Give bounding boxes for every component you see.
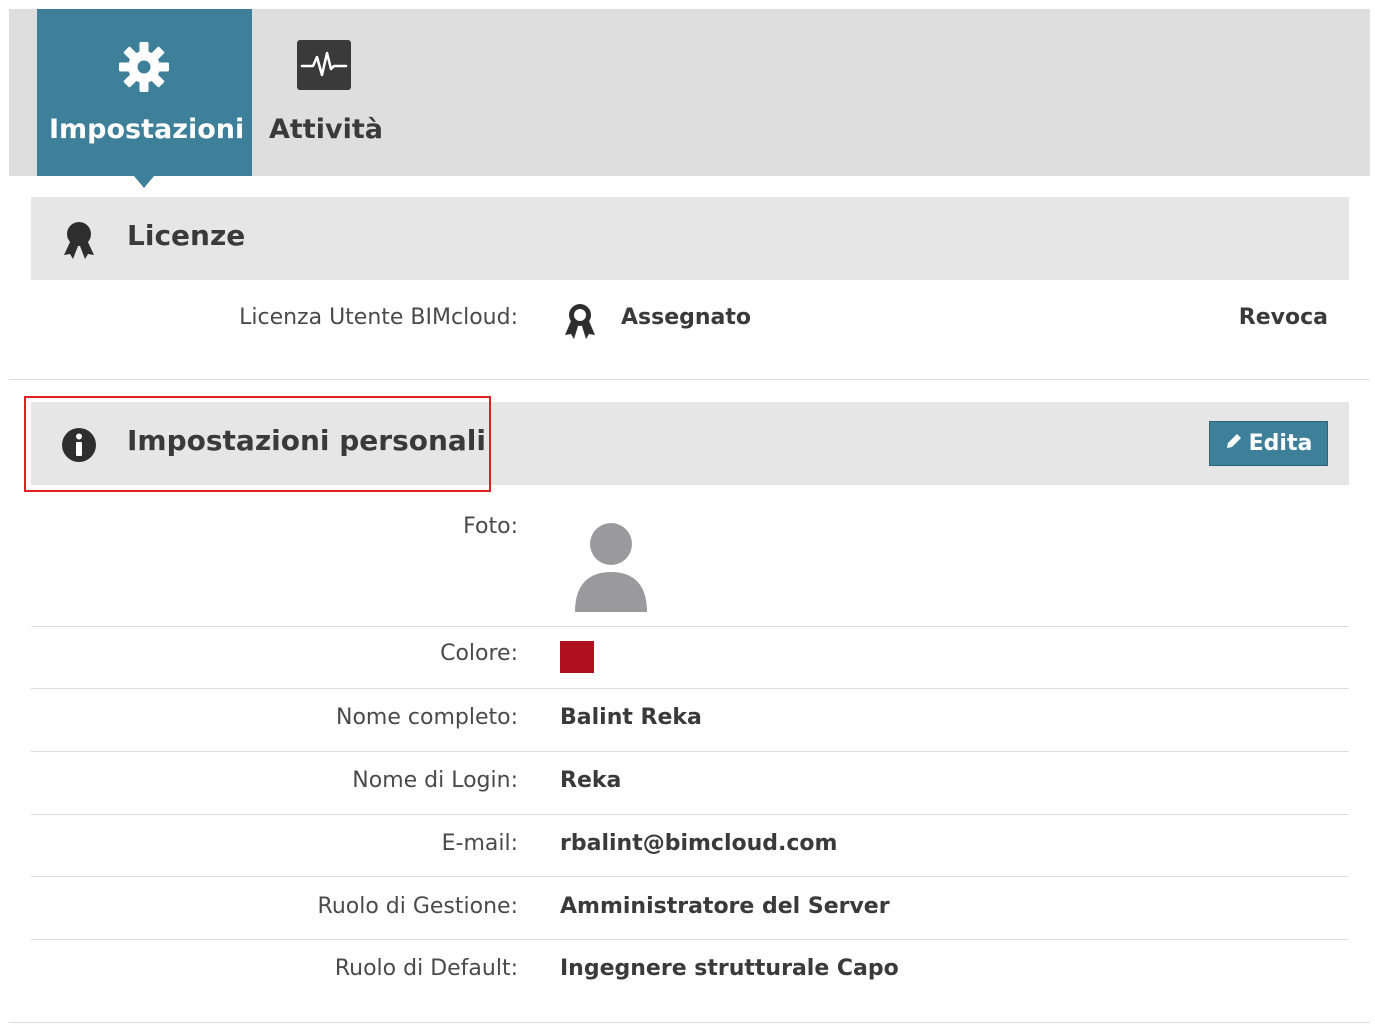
licenses-section-header: Licenze (31, 197, 1349, 280)
section-divider (9, 379, 1370, 380)
photo-row: Foto: (31, 514, 1349, 624)
login-name-row: Nome di Login: Reka (31, 768, 1349, 808)
gear-icon (116, 39, 172, 95)
row-divider (31, 688, 1349, 689)
photo-label: Foto: (463, 514, 518, 539)
default-role-label: Ruolo di Default: (334, 956, 518, 981)
tab-activity[interactable]: Attività (261, 9, 411, 176)
login-name-label: Nome di Login: (352, 768, 518, 793)
user-settings-page: Impostazioni Attività Licenze Licenza Ut… (9, 9, 1370, 1036)
licenses-section-title: Licenze (127, 219, 246, 252)
avatar[interactable] (571, 514, 651, 618)
info-icon (59, 425, 99, 465)
row-divider (31, 939, 1349, 940)
license-status: Assegnato (621, 305, 752, 330)
personal-settings-title: Impostazioni personali (127, 424, 486, 457)
tab-activity-label: Attività (269, 114, 383, 145)
activity-icon (296, 39, 352, 95)
color-row: Colore: (31, 641, 1349, 681)
row-divider (31, 626, 1349, 627)
bottom-divider (9, 1022, 1370, 1023)
color-swatch (560, 641, 594, 673)
management-role-label: Ruolo di Gestione: (317, 894, 518, 919)
revoke-link[interactable]: Revoca (1239, 305, 1328, 330)
personal-settings-section-header: Impostazioni personali Edita (31, 402, 1349, 485)
full-name-label: Nome completo: (336, 705, 518, 730)
email-value: rbalint@bimcloud.com (560, 831, 838, 856)
license-label: Licenza Utente BIMcloud: (239, 305, 518, 330)
default-role-value: Ingegnere strutturale Capo (560, 956, 899, 981)
row-divider (31, 876, 1349, 877)
edit-button-label: Edita (1248, 431, 1313, 456)
email-row: E-mail: rbalint@bimcloud.com (31, 831, 1349, 871)
default-role-row: Ruolo di Default: Ingegnere strutturale … (31, 956, 1349, 996)
pencil-icon (1225, 431, 1243, 456)
edit-button[interactable]: Edita (1209, 421, 1328, 466)
color-label: Colore: (440, 641, 518, 666)
tab-settings[interactable]: Impostazioni (37, 9, 252, 188)
license-ribbon-icon (560, 301, 600, 341)
email-label: E-mail: (441, 831, 518, 856)
row-divider (31, 751, 1349, 752)
full-name-value: Balint Reka (560, 705, 702, 730)
management-role-value: Amministratore del Server (560, 894, 890, 919)
license-row: Licenza Utente BIMcloud: Assegnato Revoc… (31, 304, 1349, 345)
management-role-row: Ruolo di Gestione: Amministratore del Se… (31, 894, 1349, 934)
tab-bar: Impostazioni Attività (9, 9, 1370, 188)
row-divider (31, 814, 1349, 815)
ribbon-icon (59, 220, 99, 260)
tab-settings-label: Impostazioni (49, 114, 245, 145)
login-name-value: Reka (560, 768, 622, 793)
full-name-row: Nome completo: Balint Reka (31, 705, 1349, 745)
